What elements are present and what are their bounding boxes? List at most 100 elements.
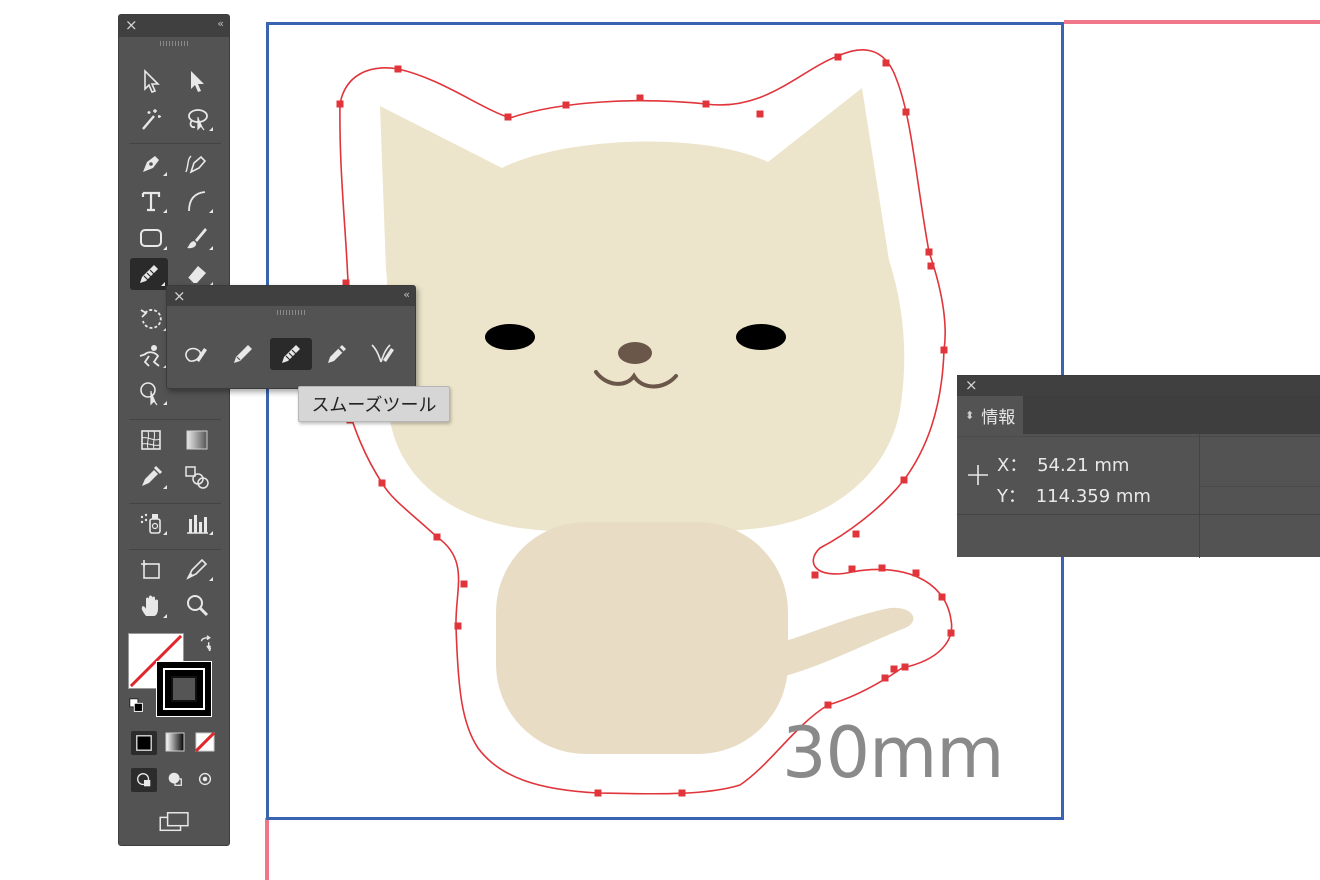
anchor-point[interactable] xyxy=(378,479,386,487)
shaper-tool[interactable] xyxy=(177,338,215,370)
rotate-tool[interactable] xyxy=(132,303,170,335)
pencil-tools-flyout: × ‹‹ xyxy=(166,285,416,389)
illustrator-canvas[interactable]: 30mm × ‹‹ × ‹‹ スムーズツール × ⬍ 情報 X： 54.21 m… xyxy=(0,0,1320,880)
color-mode-button[interactable] xyxy=(131,731,157,755)
anchor-point[interactable] xyxy=(882,59,890,67)
collapse-icon[interactable]: ‹‹ xyxy=(403,288,410,301)
anchor-point[interactable] xyxy=(925,248,933,256)
zoom-tool[interactable] xyxy=(178,590,216,622)
anchor-point[interactable] xyxy=(947,629,955,637)
anchor-point[interactable] xyxy=(901,663,909,671)
symbol-sprayer-tool[interactable] xyxy=(132,507,170,539)
draw-normal-button[interactable] xyxy=(131,768,157,792)
selection-tool[interactable] xyxy=(132,65,170,97)
anchor-point[interactable] xyxy=(902,108,910,116)
stroke-swatch[interactable] xyxy=(156,661,212,717)
anchor-point[interactable] xyxy=(756,110,764,118)
close-icon[interactable]: × xyxy=(965,376,978,394)
eyedropper-tool[interactable] xyxy=(132,461,170,493)
anchor-point[interactable] xyxy=(912,569,920,577)
curvature-tool[interactable] xyxy=(178,148,216,180)
anchor-point[interactable] xyxy=(394,65,402,73)
mesh-tool[interactable] xyxy=(132,424,170,456)
crosshair-icon xyxy=(968,465,988,485)
none-mode-icon xyxy=(195,732,215,752)
anchor-point[interactable] xyxy=(460,580,468,588)
pencil-icon xyxy=(234,345,252,363)
anchor-point[interactable] xyxy=(878,564,886,572)
anchor-point[interactable] xyxy=(811,571,819,579)
blend-tool[interactable] xyxy=(178,461,216,493)
smooth-tool[interactable] xyxy=(270,338,312,370)
anchor-point[interactable] xyxy=(702,100,710,108)
anchor-point[interactable] xyxy=(852,530,860,538)
swap-fill-stroke-button[interactable] xyxy=(194,633,218,655)
magic-wand-tool[interactable] xyxy=(132,103,170,135)
puppet-warp-tool[interactable] xyxy=(132,340,170,372)
graph-tool[interactable] xyxy=(178,507,216,539)
tab-info[interactable]: ⬍ 情報 xyxy=(957,396,1023,434)
anchor-point[interactable] xyxy=(504,113,512,121)
anchor-point[interactable] xyxy=(881,674,889,682)
pencil-tool[interactable] xyxy=(130,258,168,290)
path-eraser-tool[interactable] xyxy=(318,338,356,370)
blend-icon xyxy=(185,466,209,489)
info-panel-tabs: ⬍ 情報 xyxy=(957,396,1320,434)
draw-inside-button[interactable] xyxy=(193,768,217,790)
shape-builder-tool[interactable] xyxy=(132,377,170,409)
direct-selection-tool[interactable] xyxy=(178,65,216,97)
anchor-point[interactable] xyxy=(927,262,935,270)
anchor-point[interactable] xyxy=(562,101,570,109)
anchor-point[interactable] xyxy=(848,565,856,573)
info-panel-titlebar[interactable]: × xyxy=(957,376,1320,396)
pen-icon xyxy=(143,156,159,172)
puppet-warp-icon xyxy=(139,345,160,367)
collapse-icon[interactable]: ‹‹ xyxy=(217,17,224,30)
arc-tool[interactable] xyxy=(178,185,216,217)
rectangle-tool[interactable] xyxy=(132,222,170,254)
join-tool[interactable] xyxy=(364,338,402,370)
close-icon[interactable]: × xyxy=(173,287,186,305)
artboard-icon xyxy=(141,560,160,579)
close-icon[interactable]: × xyxy=(125,16,138,34)
gradient-mode-button[interactable] xyxy=(163,731,187,753)
anchor-point[interactable] xyxy=(834,53,842,61)
info-divider xyxy=(957,514,1320,515)
panel-grip[interactable] xyxy=(277,310,305,315)
anchor-point[interactable] xyxy=(678,789,686,797)
swap-icon xyxy=(200,635,212,652)
slice-tool[interactable] xyxy=(178,553,216,585)
anchor-point[interactable] xyxy=(890,665,898,673)
graph-icon xyxy=(187,515,208,534)
draw-behind-button[interactable] xyxy=(163,768,187,790)
anchor-point[interactable] xyxy=(938,593,946,601)
cat-nose xyxy=(618,342,652,364)
anchor-point[interactable] xyxy=(900,476,908,484)
anchor-point[interactable] xyxy=(454,622,462,630)
shape-builder-icon xyxy=(140,382,158,406)
none-mode-button[interactable] xyxy=(193,731,217,753)
default-colors-button[interactable] xyxy=(125,695,149,717)
anchor-point[interactable] xyxy=(594,789,602,797)
pen-tool[interactable] xyxy=(132,148,170,180)
flyout-titlebar[interactable]: × ‹‹ xyxy=(167,286,415,306)
pencil-tool-flyout[interactable] xyxy=(224,338,262,370)
paintbrush-tool[interactable] xyxy=(178,222,216,254)
path-eraser-icon xyxy=(328,345,346,363)
lasso-tool[interactable] xyxy=(178,103,216,135)
panel-grip[interactable] xyxy=(160,41,188,46)
arc-icon xyxy=(188,191,206,212)
anchor-point[interactable] xyxy=(433,533,441,541)
tools-panel-titlebar[interactable]: × ‹‹ xyxy=(119,15,229,37)
hand-tool[interactable] xyxy=(132,590,170,622)
artboard-tool[interactable] xyxy=(132,553,170,585)
expand-arrows-icon[interactable]: ⬍ xyxy=(965,409,974,422)
gradient-tool[interactable] xyxy=(178,424,216,456)
anchor-point[interactable] xyxy=(940,346,948,354)
anchor-point[interactable] xyxy=(824,701,832,709)
anchor-point[interactable] xyxy=(336,100,344,108)
screen-mode-button[interactable] xyxy=(155,809,195,835)
curvature-pen-icon xyxy=(185,155,207,174)
type-tool[interactable] xyxy=(132,185,170,217)
anchor-point[interactable] xyxy=(636,94,644,102)
